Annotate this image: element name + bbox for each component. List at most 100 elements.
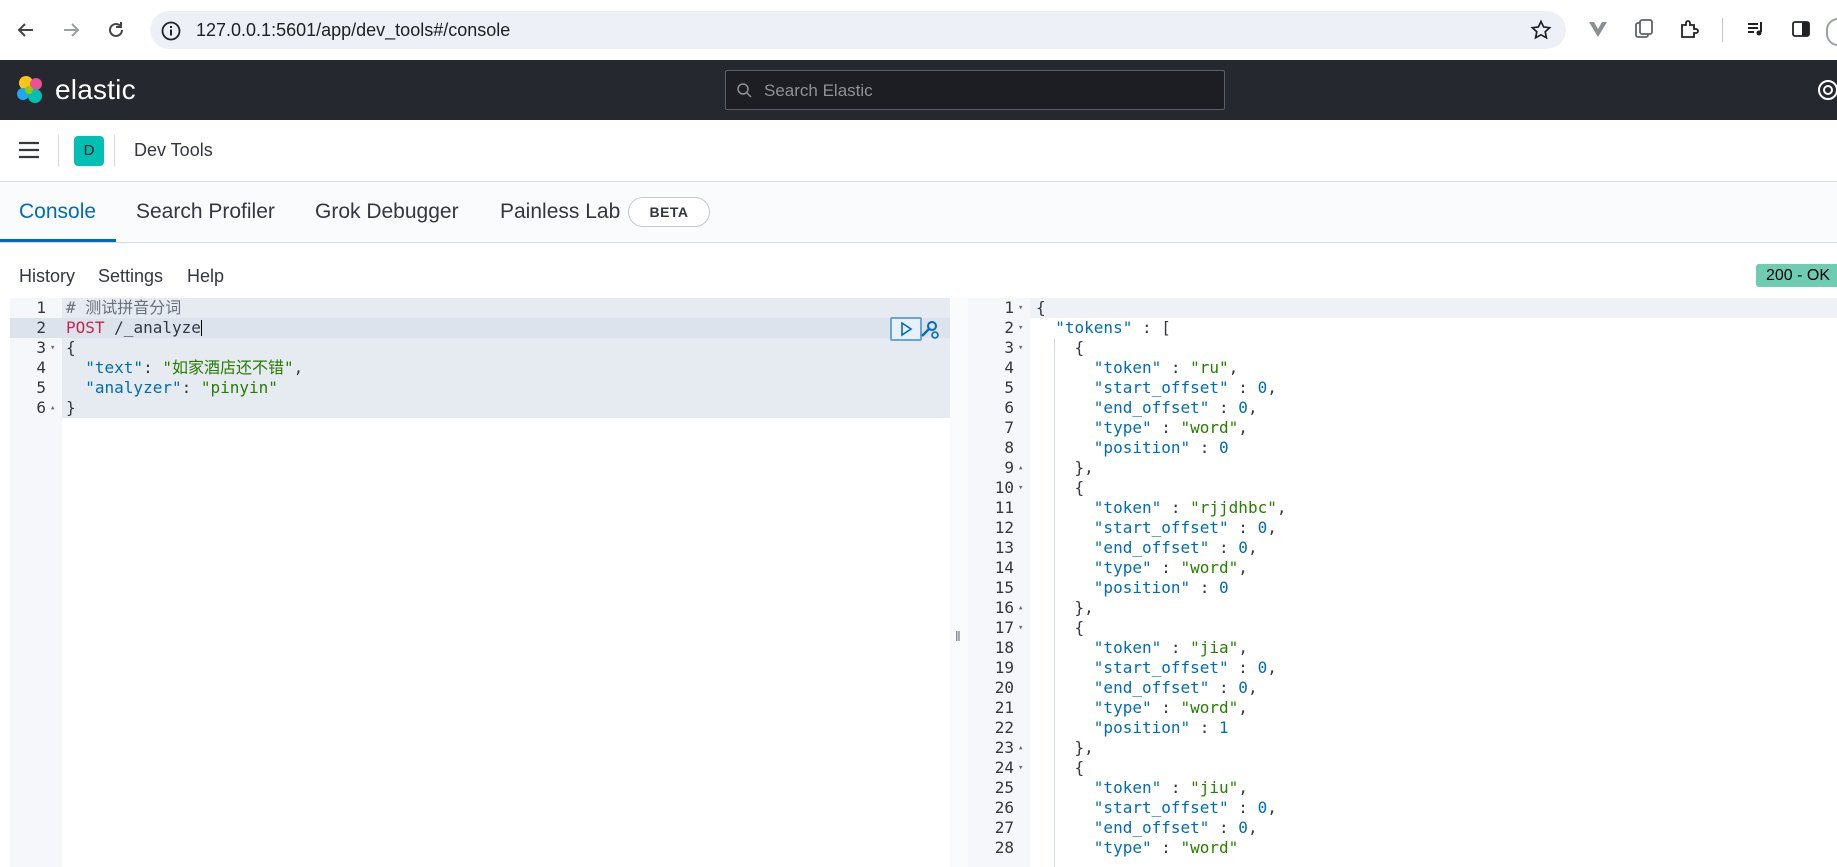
code-line: { [66, 338, 76, 358]
json-punctuation: }, [1036, 598, 1094, 617]
code-line: "type" : "word", [1036, 698, 1248, 718]
json-punctuation: : [1209, 818, 1239, 837]
json-punctuation: , [1247, 818, 1258, 837]
close-brace: } [66, 398, 76, 417]
fold-toggle-icon[interactable]: ▾ [1018, 338, 1023, 358]
code-line: "position" : 0 [1036, 438, 1229, 458]
copy-extension-icon[interactable] [1633, 18, 1655, 40]
json-string: "pinyin" [200, 378, 278, 397]
pane-divider[interactable] [950, 298, 968, 867]
json-punctuation [1036, 438, 1094, 457]
fold-toggle-icon[interactable]: ▴ [50, 398, 55, 418]
json-string: "word" [1180, 838, 1239, 857]
code-line: { [1036, 618, 1085, 638]
json-punctuation [1036, 558, 1094, 577]
code-line: { [1036, 338, 1085, 358]
bookmark-star-icon[interactable] [1530, 19, 1552, 41]
json-number: 0 [1219, 578, 1229, 597]
response-editor[interactable]: 1 ▾{2 ▾ "tokens" : [3 ▾ {4 "token" : "ru", 5… [968, 298, 1837, 867]
fold-toggle-icon[interactable]: ▴ [1018, 458, 1023, 478]
request-comment: # 测试拼音分词 [66, 298, 182, 317]
help-link[interactable]: Help [187, 266, 224, 287]
search-placeholder: Search Elastic [764, 81, 873, 100]
console-toolbar: History Settings Help 200 - OK [0, 243, 1837, 298]
beta-badge: BETA [628, 197, 710, 227]
line-number: 7 [1004, 418, 1014, 437]
help-menu-icon[interactable] [1816, 78, 1837, 102]
address-bar[interactable]: 127.0.0.1:5601/app/dev_tools#/console [150, 11, 1566, 49]
open-brace: { [66, 338, 76, 357]
json-punctuation [1036, 378, 1094, 397]
breadcrumb-divider [114, 135, 115, 167]
line-number: 16 [994, 598, 1014, 617]
url-text[interactable]: 127.0.0.1:5601/app/dev_tools#/console [196, 20, 510, 41]
forward-button[interactable] [55, 14, 87, 46]
media-queue-icon[interactable] [1745, 18, 1767, 40]
side-panel-icon[interactable] [1790, 18, 1812, 40]
profile-avatar[interactable] [1826, 18, 1837, 46]
json-key: "type" [1093, 698, 1152, 717]
json-number: 1 [1219, 718, 1229, 737]
fold-toggle-icon[interactable]: ▾ [1018, 318, 1023, 338]
back-button[interactable] [10, 14, 42, 46]
json-punctuation: { [1036, 298, 1046, 317]
request-editor[interactable]: 1 2 3 ▾ 4 5 6 ▴ # 测试拼音分词 POST /_analyze … [10, 298, 950, 867]
code-line: "position" : 0 [1036, 578, 1229, 598]
json-number: 0 [1238, 398, 1248, 417]
settings-link[interactable]: Settings [98, 266, 163, 287]
code-line: "position" : 1 [1036, 718, 1229, 738]
line-number: 27 [994, 818, 1014, 837]
json-punctuation [1036, 778, 1094, 797]
fold-toggle-icon[interactable]: ▴ [1018, 738, 1023, 758]
history-link[interactable]: History [19, 266, 75, 287]
line-number: 26 [994, 798, 1014, 817]
code-line: }, [1036, 458, 1094, 478]
json-key: "end_offset" [1093, 678, 1210, 697]
json-punctuation: , [1238, 558, 1248, 577]
fold-toggle-icon[interactable]: ▴ [1018, 598, 1023, 618]
code-line: } [66, 398, 76, 418]
global-search-input[interactable]: Search Elastic [725, 70, 1225, 110]
code-line: POST /_analyze [66, 318, 202, 338]
vue-devtools-icon[interactable] [1587, 18, 1609, 40]
code-line: }, [1036, 598, 1094, 618]
json-key: "start_offset" [1093, 378, 1229, 397]
json-punctuation: : [1190, 578, 1220, 597]
space-avatar[interactable]: D [74, 136, 104, 166]
tab-console[interactable]: Console [19, 200, 96, 224]
fold-toggle-icon[interactable]: ▾ [1018, 618, 1023, 638]
json-number: 0 [1257, 798, 1268, 817]
json-key: "position" [1093, 718, 1191, 737]
line-number: 4 [1004, 358, 1014, 377]
fold-toggle-icon[interactable]: ▾ [50, 338, 55, 358]
tab-search-profiler[interactable]: Search Profiler [136, 200, 275, 224]
line-number: 28 [994, 838, 1014, 857]
code-line: "analyzer": "pinyin" [85, 378, 278, 397]
json-punctuation [1036, 658, 1094, 677]
line-number: 3 [36, 338, 46, 357]
json-punctuation [1036, 578, 1094, 597]
line-number: 18 [994, 638, 1014, 657]
code-line: "end_offset" : 0, [1036, 538, 1258, 558]
json-key: "start_offset" [1093, 658, 1229, 677]
hamburger-menu-icon[interactable] [18, 141, 40, 159]
fold-toggle-icon[interactable]: ▾ [1018, 758, 1023, 778]
code-line: "end_offset" : 0, [1036, 398, 1258, 418]
fold-toggle-icon[interactable]: ▾ [1018, 298, 1023, 318]
code-line: "token" : "ru", [1036, 358, 1239, 378]
fold-toggle-icon[interactable]: ▾ [1018, 478, 1023, 498]
elastic-logo-text[interactable]: elastic [55, 74, 136, 106]
json-punctuation: , [1238, 638, 1248, 657]
tab-grok-debugger[interactable]: Grok Debugger [315, 200, 459, 224]
site-info-icon[interactable] [160, 20, 182, 42]
elastic-logo-icon[interactable] [14, 74, 46, 106]
extensions-puzzle-icon[interactable] [1678, 18, 1700, 40]
reload-button[interactable] [100, 14, 132, 46]
json-string: "rjjdhbc" [1190, 498, 1277, 517]
tab-painless-lab[interactable]: Painless Lab [500, 200, 620, 224]
wrench-icon[interactable] [918, 318, 940, 340]
json-punctuation: , [1267, 798, 1277, 817]
json-punctuation: { [1036, 618, 1085, 637]
resize-handle-icon[interactable]: ‖ [955, 628, 961, 644]
json-string: "word" [1180, 418, 1239, 437]
